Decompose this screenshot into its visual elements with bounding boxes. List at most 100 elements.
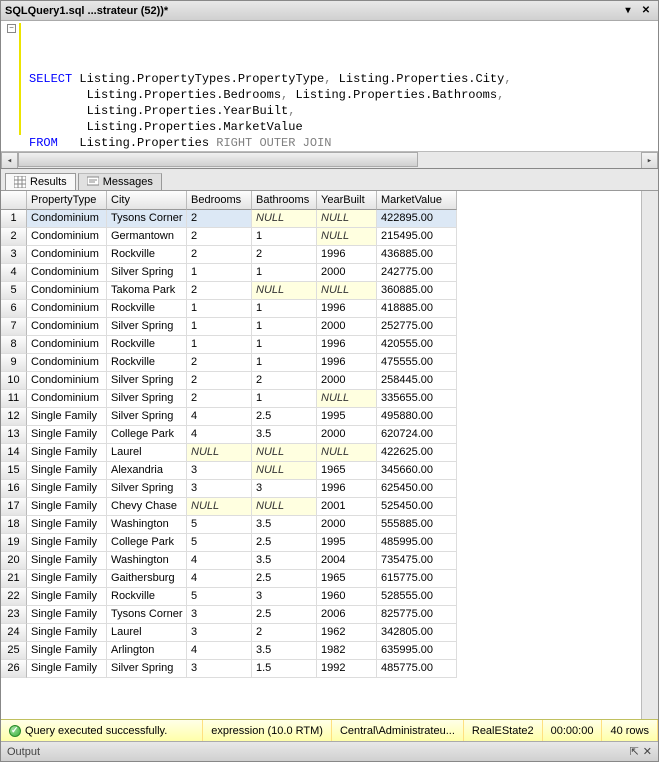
grid-cell[interactable]: NULL xyxy=(317,444,377,462)
row-number[interactable]: 6 xyxy=(1,300,27,318)
column-header[interactable]: Bedrooms xyxy=(187,191,252,210)
row-number[interactable]: 9 xyxy=(1,354,27,372)
grid-cell[interactable]: 420555.00 xyxy=(377,336,457,354)
grid-cell[interactable]: 495880.00 xyxy=(377,408,457,426)
grid-cell[interactable]: NULL xyxy=(317,282,377,300)
grid-cell[interactable]: Rockville xyxy=(107,300,187,318)
grid-cell[interactable]: 342805.00 xyxy=(377,624,457,642)
grid-cell[interactable]: NULL xyxy=(252,282,317,300)
grid-cell[interactable]: 1992 xyxy=(317,660,377,678)
grid-cell[interactable]: 5 xyxy=(187,588,252,606)
grid-cell[interactable]: Condominium xyxy=(27,390,107,408)
grid-cell[interactable]: Alexandria xyxy=(107,462,187,480)
grid-cell[interactable]: 2 xyxy=(187,390,252,408)
grid-cell[interactable]: 525450.00 xyxy=(377,498,457,516)
row-number[interactable]: 20 xyxy=(1,552,27,570)
grid-cell[interactable]: Washington xyxy=(107,552,187,570)
grid-cell[interactable]: 1995 xyxy=(317,408,377,426)
grid-cell[interactable]: Single Family xyxy=(27,534,107,552)
grid-cell[interactable]: 258445.00 xyxy=(377,372,457,390)
row-number[interactable]: 21 xyxy=(1,570,27,588)
scroll-track[interactable] xyxy=(18,152,641,168)
grid-cell[interactable]: 2.5 xyxy=(252,570,317,588)
grid-cell[interactable]: NULL xyxy=(317,210,377,228)
grid-cell[interactable]: 2.5 xyxy=(252,408,317,426)
scroll-thumb[interactable] xyxy=(18,152,418,167)
grid-cell[interactable]: Washington xyxy=(107,516,187,534)
grid-cell[interactable]: Condominium xyxy=(27,354,107,372)
grid-cell[interactable]: Single Family xyxy=(27,570,107,588)
grid-cell[interactable]: 1 xyxy=(187,264,252,282)
close-icon[interactable]: ✕ xyxy=(638,4,654,18)
row-number[interactable]: 5 xyxy=(1,282,27,300)
grid-cell[interactable]: 2004 xyxy=(317,552,377,570)
grid-cell[interactable]: Silver Spring xyxy=(107,480,187,498)
grid-cell[interactable]: 2.5 xyxy=(252,534,317,552)
grid-cell[interactable]: Condominium xyxy=(27,210,107,228)
grid-cell[interactable]: Chevy Chase xyxy=(107,498,187,516)
grid-cell[interactable]: Rockville xyxy=(107,588,187,606)
grid-cell[interactable]: 3 xyxy=(252,588,317,606)
grid-cell[interactable]: Arlington xyxy=(107,642,187,660)
grid-cell[interactable]: College Park xyxy=(107,534,187,552)
grid-cell[interactable]: Silver Spring xyxy=(107,372,187,390)
grid-cell[interactable]: Single Family xyxy=(27,552,107,570)
grid-cell[interactable]: 3.5 xyxy=(252,426,317,444)
grid-cell[interactable]: 2001 xyxy=(317,498,377,516)
grid-cell[interactable]: 528555.00 xyxy=(377,588,457,606)
grid-cell[interactable]: 422895.00 xyxy=(377,210,457,228)
grid-cell[interactable]: Rockville xyxy=(107,336,187,354)
row-number[interactable]: 17 xyxy=(1,498,27,516)
row-number[interactable]: 12 xyxy=(1,408,27,426)
grid-cell[interactable]: 475555.00 xyxy=(377,354,457,372)
pin-icon[interactable]: ⇱ xyxy=(630,745,639,758)
row-number[interactable]: 22 xyxy=(1,588,27,606)
grid-cell[interactable]: Gaithersburg xyxy=(107,570,187,588)
grid-cell[interactable]: 1 xyxy=(252,354,317,372)
grid-cell[interactable]: 825775.00 xyxy=(377,606,457,624)
grid-cell[interactable]: 2000 xyxy=(317,426,377,444)
row-number[interactable]: 2 xyxy=(1,228,27,246)
grid-cell[interactable]: 2006 xyxy=(317,606,377,624)
grid-cell[interactable]: 3 xyxy=(187,624,252,642)
grid-cell[interactable]: Silver Spring xyxy=(107,318,187,336)
grid-cell[interactable]: NULL xyxy=(317,390,377,408)
grid-cell[interactable]: 2 xyxy=(252,624,317,642)
grid-cell[interactable]: Condominium xyxy=(27,336,107,354)
grid-cell[interactable]: Silver Spring xyxy=(107,390,187,408)
row-number[interactable]: 15 xyxy=(1,462,27,480)
grid-cell[interactable]: 635995.00 xyxy=(377,642,457,660)
grid-cell[interactable]: 1 xyxy=(252,390,317,408)
grid-cell[interactable]: 3.5 xyxy=(252,552,317,570)
grid-cell[interactable]: Rockville xyxy=(107,354,187,372)
grid-cell[interactable]: NULL xyxy=(252,444,317,462)
row-number[interactable]: 16 xyxy=(1,480,27,498)
grid-cell[interactable]: Single Family xyxy=(27,498,107,516)
grid-cell[interactable]: Condominium xyxy=(27,318,107,336)
grid-cell[interactable]: NULL xyxy=(252,210,317,228)
grid-cell[interactable]: 215495.00 xyxy=(377,228,457,246)
grid-cell[interactable]: 3 xyxy=(187,480,252,498)
grid-cell[interactable]: 2 xyxy=(187,372,252,390)
grid-cell[interactable]: 4 xyxy=(187,570,252,588)
grid-cell[interactable]: 485775.00 xyxy=(377,660,457,678)
grid-cell[interactable]: Condominium xyxy=(27,228,107,246)
grid-cell[interactable]: 3.5 xyxy=(252,642,317,660)
grid-cell[interactable]: 1996 xyxy=(317,354,377,372)
grid-cell[interactable]: NULL xyxy=(187,498,252,516)
row-number[interactable]: 19 xyxy=(1,534,27,552)
row-number[interactable]: 3 xyxy=(1,246,27,264)
grid-cell[interactable]: 4 xyxy=(187,426,252,444)
row-number[interactable]: 1 xyxy=(1,210,27,228)
grid-cell[interactable]: 615775.00 xyxy=(377,570,457,588)
row-number[interactable]: 26 xyxy=(1,660,27,678)
grid-cell[interactable]: 5 xyxy=(187,534,252,552)
grid-cell[interactable]: 555885.00 xyxy=(377,516,457,534)
row-number[interactable]: 18 xyxy=(1,516,27,534)
grid-cell[interactable]: Condominium xyxy=(27,372,107,390)
grid-cell[interactable]: Silver Spring xyxy=(107,264,187,282)
grid-cell[interactable]: 1965 xyxy=(317,570,377,588)
grid-cell[interactable]: 3 xyxy=(187,462,252,480)
grid-cell[interactable]: 485995.00 xyxy=(377,534,457,552)
grid-cell[interactable]: Condominium xyxy=(27,282,107,300)
